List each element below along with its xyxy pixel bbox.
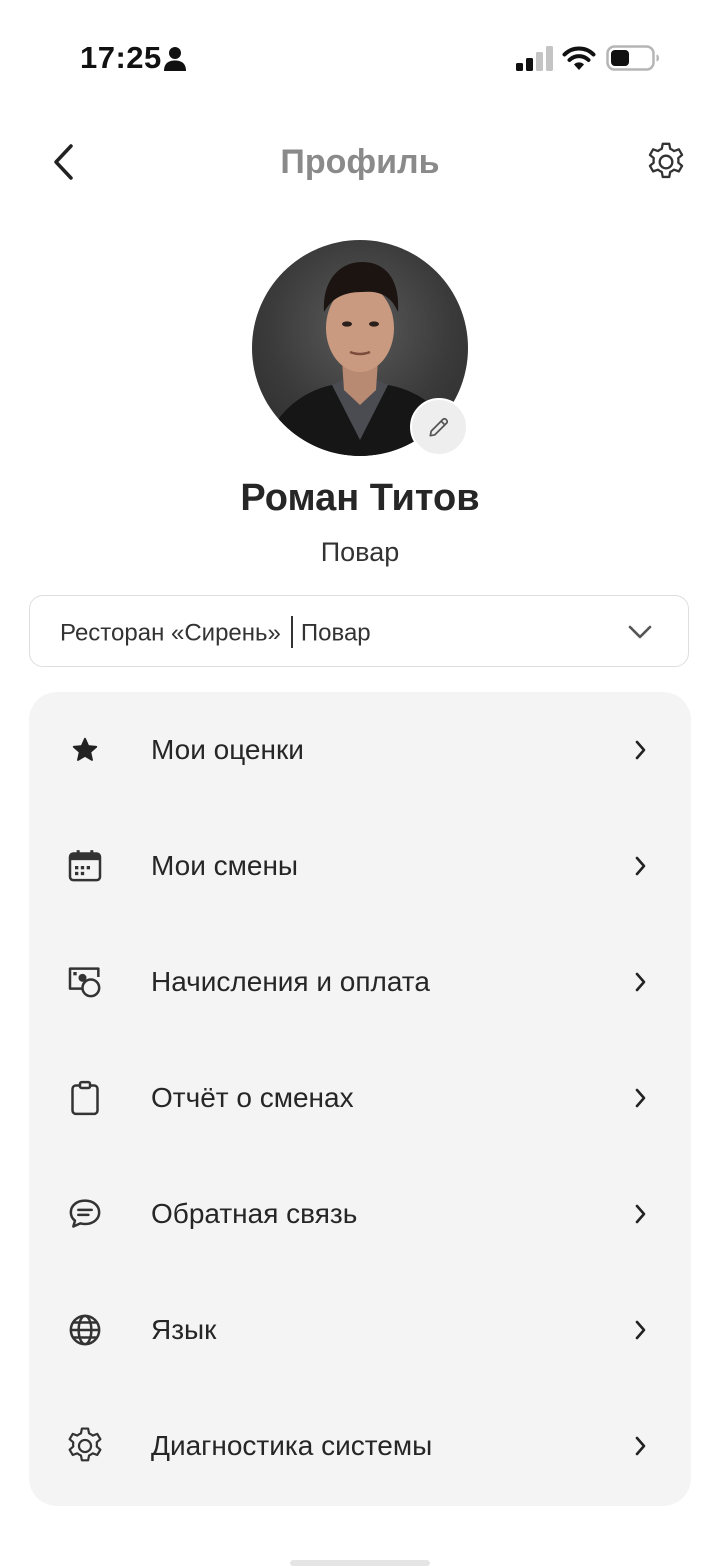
workplace-dropdown[interactable]: Ресторан «Сирень» Повар	[29, 595, 689, 667]
user-name: Роман Титов	[240, 477, 480, 519]
avatar-container	[252, 240, 468, 456]
menu-item-shifts[interactable]: Мои смены	[29, 808, 691, 924]
chat-bubble-icon	[61, 1194, 109, 1234]
star-icon	[61, 730, 109, 770]
status-bar: 17:25	[0, 0, 720, 120]
header: Профиль	[0, 120, 720, 204]
user-role: Повар	[320, 537, 400, 567]
gear-icon	[61, 1426, 109, 1466]
pencil-icon	[429, 417, 449, 437]
settings-button[interactable]	[638, 136, 694, 188]
chevron-right-icon	[635, 1320, 646, 1340]
payment-icon	[61, 962, 109, 1002]
calendar-icon	[61, 846, 109, 886]
person-icon	[164, 47, 186, 71]
home-indicator	[290, 1560, 430, 1566]
chevron-right-icon	[635, 1436, 646, 1456]
menu-item-label: Отчёт о сменах	[151, 1082, 354, 1113]
status-time: 17:25	[80, 40, 162, 75]
menu-item-payments[interactable]: Начисления и оплата	[29, 924, 691, 1040]
clipboard-icon	[61, 1078, 109, 1118]
chevron-right-icon	[635, 1204, 646, 1224]
page-title: Профиль	[280, 143, 440, 181]
chevron-right-icon	[635, 856, 646, 876]
menu-item-label: Язык	[151, 1314, 217, 1345]
workplace-separator	[290, 616, 293, 648]
chevron-right-icon	[635, 972, 646, 992]
chevron-right-icon	[635, 1088, 646, 1108]
workplace-position: Повар	[300, 619, 371, 647]
menu-item-language[interactable]: Язык	[29, 1272, 691, 1388]
profile-menu: Мои оценки Мои смены Начисления и оплата…	[29, 692, 691, 1506]
globe-icon	[61, 1310, 109, 1350]
chevron-right-icon	[635, 740, 646, 760]
menu-item-ratings[interactable]: Мои оценки	[29, 692, 691, 808]
menu-item-label: Обратная связь	[151, 1198, 358, 1229]
menu-item-label: Мои оценки	[151, 734, 304, 765]
chevron-down-icon	[628, 625, 652, 639]
menu-item-label: Начисления и оплата	[151, 966, 430, 997]
gear-icon	[648, 142, 684, 179]
menu-item-feedback[interactable]: Обратная связь	[29, 1156, 691, 1272]
wifi-icon	[562, 46, 596, 70]
battery-icon	[606, 45, 659, 71]
edit-avatar-button[interactable]	[410, 398, 468, 456]
menu-item-label: Мои смены	[151, 850, 299, 881]
menu-item-shift-report[interactable]: Отчёт о сменах	[29, 1040, 691, 1156]
workplace-restaurant: Ресторан «Сирень»	[60, 619, 281, 647]
menu-item-diagnostics[interactable]: Диагностика системы	[29, 1388, 691, 1504]
signal-icon	[516, 46, 553, 71]
workplace-value: Ресторан «Сирень» Повар	[60, 616, 371, 650]
menu-item-label: Диагностика системы	[151, 1430, 433, 1461]
